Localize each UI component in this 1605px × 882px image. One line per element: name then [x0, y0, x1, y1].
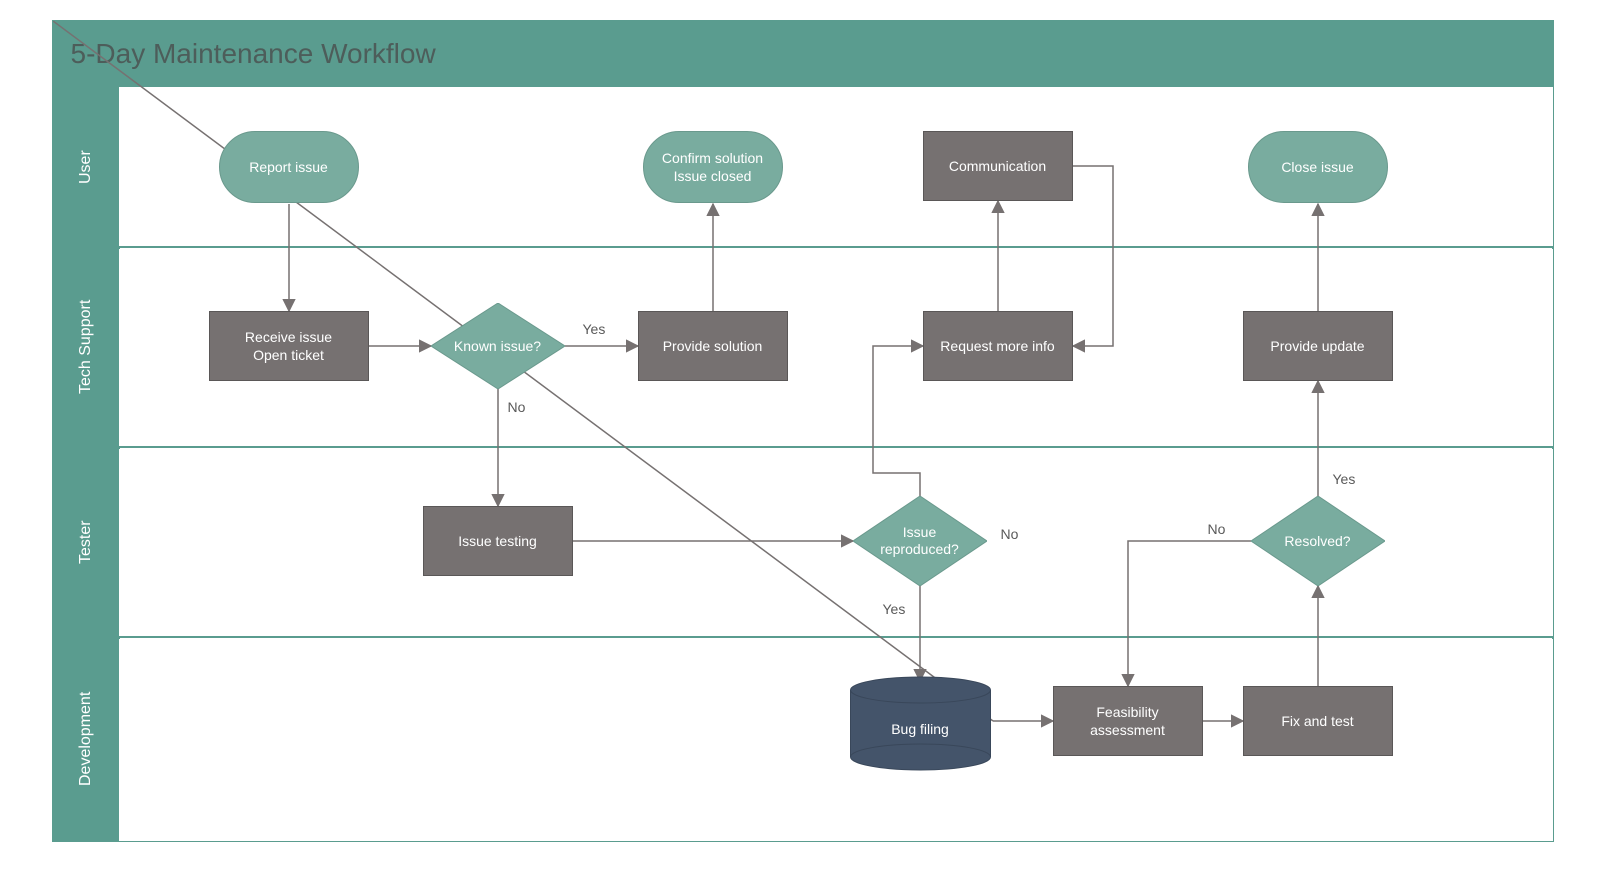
edge-label-resolved-yes: Yes: [1333, 471, 1356, 487]
lane-divider: [119, 247, 1553, 249]
lane-label-tester: Tester: [53, 447, 119, 637]
node-label: Provide update: [1270, 337, 1364, 355]
node-report-issue: Report issue: [219, 131, 359, 203]
lane-label-dev: Development: [53, 637, 119, 841]
node-label: Known issue?: [454, 338, 541, 355]
lane-label-tech: Tech Support: [53, 247, 119, 447]
node-label: Issue reproduced?: [880, 524, 959, 558]
node-receive-issue: Receive issue Open ticket: [209, 311, 369, 381]
node-issue-reproduced: Issue reproduced?: [853, 496, 987, 586]
lane-divider: [119, 637, 1553, 639]
edge-label-known-no: No: [508, 399, 526, 415]
node-label: Confirm solution Issue closed: [662, 149, 763, 185]
node-label: Resolved?: [1284, 533, 1350, 550]
node-known-issue: Known issue?: [431, 303, 565, 389]
edge-label-repro-no: No: [1001, 526, 1019, 542]
diagram-title: 5-Day Maintenance Workflow: [71, 38, 436, 70]
node-fix-and-test: Fix and test: [1243, 686, 1393, 756]
node-issue-testing: Issue testing: [423, 506, 573, 576]
node-request-more-info: Request more info: [923, 311, 1073, 381]
lane-label-user: User: [53, 87, 119, 247]
node-label: Report issue: [249, 158, 328, 176]
edge-label-repro-yes: Yes: [883, 601, 906, 617]
edge-label-known-yes: Yes: [583, 321, 606, 337]
diagram-title-bar: 5-Day Maintenance Workflow: [53, 21, 1553, 87]
node-label: Bug filing: [891, 721, 949, 737]
node-label: Request more info: [940, 337, 1054, 355]
lane-divider: [119, 447, 1553, 449]
node-confirm-close: Confirm solution Issue closed: [643, 131, 783, 203]
node-label: Provide solution: [663, 337, 763, 355]
node-close-issue: Close issue: [1248, 131, 1388, 203]
node-provide-update: Provide update: [1243, 311, 1393, 381]
edge-label-resolved-no: No: [1208, 521, 1226, 537]
node-communication: Communication: [923, 131, 1073, 201]
node-feasibility: Feasibility assessment: [1053, 686, 1203, 756]
node-label: Fix and test: [1281, 712, 1353, 730]
node-label: Feasibility assessment: [1090, 703, 1165, 739]
node-resolved: Resolved?: [1251, 496, 1385, 586]
node-label: Receive issue Open ticket: [245, 328, 332, 364]
node-label: Communication: [949, 157, 1046, 175]
node-label: Issue testing: [458, 532, 537, 550]
swimlane-diagram: 5-Day Maintenance Workflow User Tech Sup…: [52, 20, 1554, 842]
node-bug-filing: Bug filing: [848, 676, 993, 771]
node-label: Close issue: [1281, 158, 1353, 176]
node-provide-solution: Provide solution: [638, 311, 788, 381]
